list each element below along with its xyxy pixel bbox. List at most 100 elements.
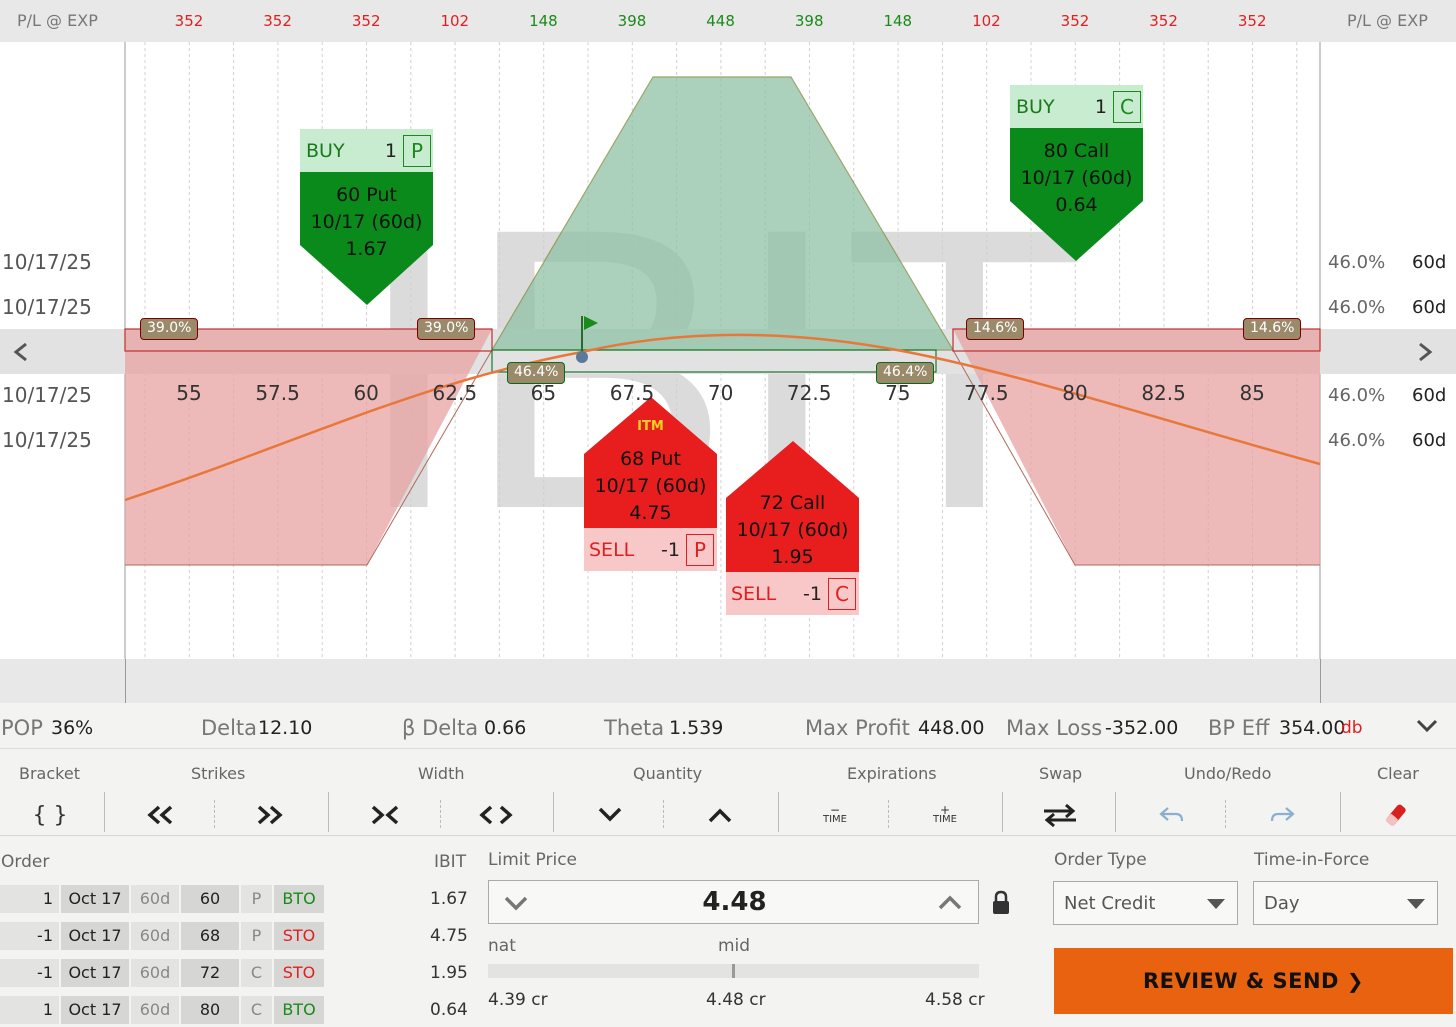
redo-button[interactable] xyxy=(1232,794,1332,836)
order-strike: 60 xyxy=(181,885,239,913)
swap-arrows-icon xyxy=(1044,803,1076,828)
pl-value: 352 xyxy=(1237,12,1267,30)
strike-label[interactable]: 72.5 xyxy=(779,381,839,405)
width-label: Width xyxy=(418,764,465,783)
leg-qty: -1 xyxy=(803,583,822,605)
order-qty: -1 xyxy=(0,959,59,987)
iv-label: 46.0% xyxy=(1328,385,1386,406)
scroll-right-arrow-icon[interactable] xyxy=(1408,332,1443,372)
quantity-up-button[interactable] xyxy=(670,794,770,836)
strike-label[interactable]: 62.5 xyxy=(425,381,485,405)
collapse-chevron-icon[interactable] xyxy=(1416,719,1438,733)
pop-label: POP xyxy=(1,716,43,740)
pl-value: 352 xyxy=(1060,12,1090,30)
leg-buy-call-detail[interactable]: 80 Call 10/17 (60d) 0.64 xyxy=(1010,138,1143,219)
strike-label[interactable]: 82.5 xyxy=(1134,381,1194,405)
undo-button[interactable] xyxy=(1122,794,1222,836)
lock-icon[interactable] xyxy=(990,890,1012,916)
leg-desc: 60 Put xyxy=(336,184,397,206)
limit-price-input[interactable]: 4.48 xyxy=(488,880,979,924)
strike-label[interactable]: 85 xyxy=(1222,381,1282,405)
time-label: TIME xyxy=(932,814,957,825)
bp-eff-value: 354.00 xyxy=(1279,717,1346,739)
swap-button[interactable] xyxy=(1010,794,1110,836)
time-label: TIME xyxy=(822,814,847,825)
risk-graph[interactable]: IBIT xyxy=(0,42,1456,659)
tif-select[interactable]: Day xyxy=(1253,881,1438,925)
strike-label[interactable]: 67.5 xyxy=(602,381,662,405)
iv-label: 46.0% xyxy=(1328,297,1386,318)
time-plus-button[interactable]: + TIME xyxy=(895,794,995,836)
expiry-date-label: 10/17/25 xyxy=(2,383,92,407)
strike-label[interactable]: 65 xyxy=(513,381,573,405)
strike-label[interactable]: 55 xyxy=(159,381,219,405)
strike-label[interactable]: 77.5 xyxy=(956,381,1016,405)
price-slider[interactable] xyxy=(488,964,979,978)
pl-label-left: P/L @ EXP xyxy=(17,11,98,30)
leg-buy-put-header[interactable]: BUY 1 P xyxy=(306,131,431,171)
quantity-down-button[interactable] xyxy=(560,794,660,836)
bracket-icon: { } xyxy=(32,802,68,828)
strike-label[interactable]: 57.5 xyxy=(248,381,308,405)
scroll-left-arrow-icon[interactable] xyxy=(5,332,40,372)
order-action: STO xyxy=(274,922,324,950)
prob-tag: 46.4% xyxy=(507,362,566,384)
nat-high-value: 4.58 cr xyxy=(925,990,985,1010)
order-leg-price: 0.64 xyxy=(430,1000,468,1020)
limit-price-label: Limit Price xyxy=(488,850,578,870)
order-leg-row[interactable]: 1 Oct 17 60d 80 C BTO xyxy=(0,996,324,1024)
price-up-chevron-icon[interactable] xyxy=(937,895,963,911)
leg-sell-call-header[interactable]: SELL -1 C xyxy=(731,574,856,614)
order-action: BTO xyxy=(274,885,324,913)
order-leg-price: 4.75 xyxy=(430,926,468,946)
width-narrow-button[interactable] xyxy=(335,794,435,836)
order-exp: Oct 17 xyxy=(61,996,129,1024)
leg-type-box[interactable]: C xyxy=(828,578,856,610)
slider-thumb[interactable] xyxy=(732,964,735,978)
beta-delta-value: 0.66 xyxy=(484,717,527,739)
clear-button[interactable] xyxy=(1346,794,1446,836)
order-leg-row[interactable]: -1 Oct 17 60d 72 C STO xyxy=(0,959,324,987)
leg-buy-call-header[interactable]: BUY 1 C xyxy=(1016,87,1141,127)
iv-label: 46.0% xyxy=(1328,252,1386,273)
order-leg-row[interactable]: 1 Oct 17 60d 60 P BTO xyxy=(0,885,324,913)
strike-label[interactable]: 75 xyxy=(868,381,928,405)
clear-label: Clear xyxy=(1377,764,1419,783)
prob-tag: 14.6% xyxy=(1243,318,1302,340)
leg-desc: 72 Call xyxy=(759,492,826,514)
leg-sell-put-header[interactable]: SELL -1 P xyxy=(589,530,714,570)
order-strike: 72 xyxy=(181,959,239,987)
undo-redo-label: Undo/Redo xyxy=(1184,764,1272,783)
bp-eff-unit: db xyxy=(1341,718,1363,738)
review-send-button[interactable]: REVIEW & SEND ❯ xyxy=(1054,948,1453,1014)
order-symbol: IBIT xyxy=(434,852,467,872)
nat-label: nat xyxy=(488,936,516,956)
leg-type-box[interactable]: P xyxy=(403,135,431,167)
quantity-label: Quantity xyxy=(633,764,703,783)
leg-sell-put-detail[interactable]: 68 Put 10/17 (60d) 4.75 xyxy=(584,446,717,527)
chevron-down-icon xyxy=(598,807,622,822)
caret-down-icon xyxy=(1407,899,1425,909)
strike-label[interactable]: 70 xyxy=(691,381,751,405)
leg-sell-call-detail[interactable]: 72 Call 10/17 (60d) 1.95 xyxy=(726,490,859,571)
bp-eff-label: BP Eff xyxy=(1208,716,1270,740)
caret-down-icon xyxy=(1207,899,1225,909)
strikes-left-button[interactable] xyxy=(110,794,210,836)
order-action: STO xyxy=(274,959,324,987)
bracket-button[interactable]: { } xyxy=(0,794,100,836)
widen-icon xyxy=(479,805,513,825)
strikes-right-button[interactable] xyxy=(220,794,320,836)
order-type-select[interactable]: Net Credit xyxy=(1053,881,1238,925)
leg-type-box[interactable]: C xyxy=(1113,91,1141,123)
order-leg-row[interactable]: -1 Oct 17 60d 68 P STO xyxy=(0,922,324,950)
leg-type-box[interactable]: P xyxy=(686,534,714,566)
leg-exp: 10/17 (60d) xyxy=(310,211,423,233)
strikes-label: Strikes xyxy=(191,764,246,783)
expiry-date-label: 10/17/25 xyxy=(2,250,92,274)
strike-label[interactable]: 60 xyxy=(336,381,396,405)
strike-label[interactable]: 80 xyxy=(1045,381,1105,405)
width-widen-button[interactable] xyxy=(446,794,546,836)
leg-buy-put-detail[interactable]: 60 Put 10/17 (60d) 1.67 xyxy=(300,182,433,263)
dte-label: 60d xyxy=(1412,430,1447,451)
time-minus-button[interactable]: − TIME xyxy=(785,794,885,836)
